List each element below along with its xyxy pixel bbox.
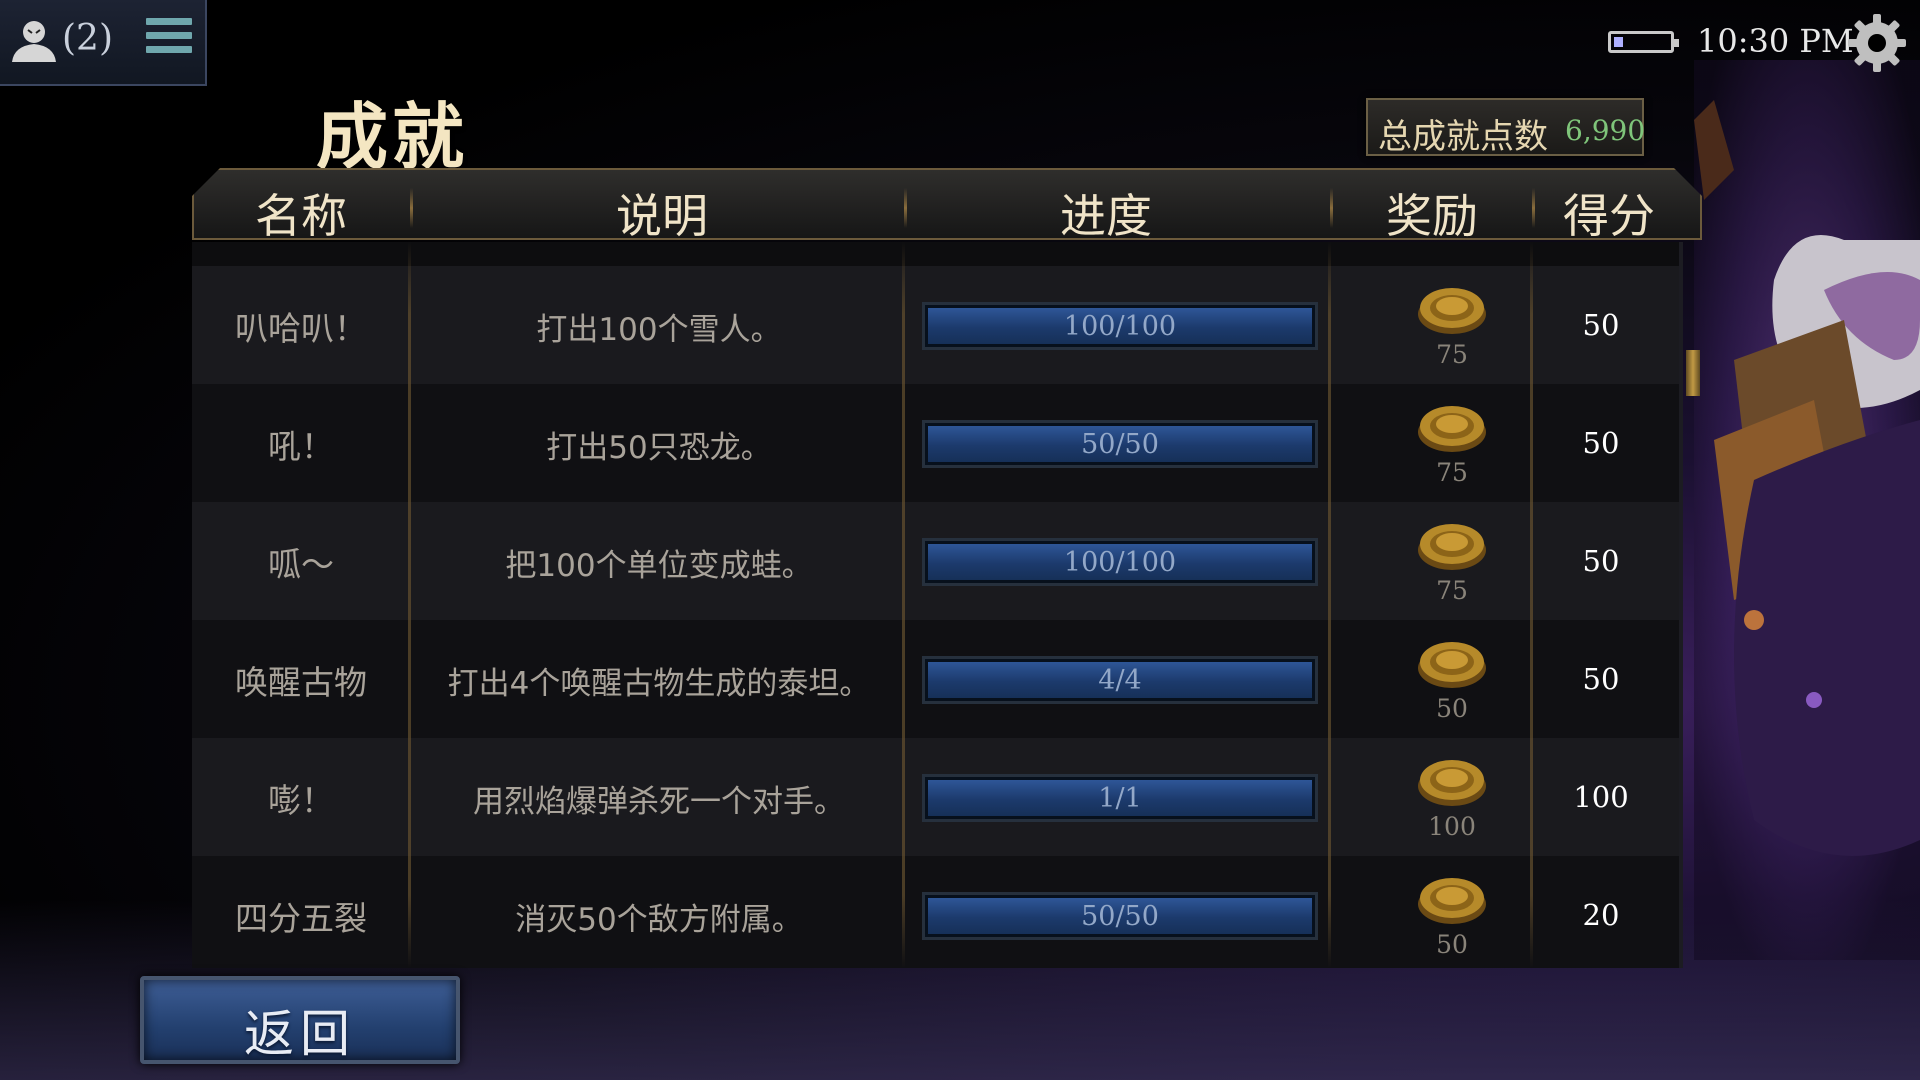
achievement-description: 打出50只恐龙。	[546, 430, 772, 466]
achievement-description: 用烈焰爆弹杀死一个对手。	[473, 784, 845, 820]
back-button-label: 返回	[244, 1005, 356, 1063]
battery-icon	[1608, 31, 1679, 53]
score-value: 50	[1582, 662, 1620, 696]
gold-coin-stack-icon	[1418, 878, 1486, 924]
column-header-name: 名称	[255, 189, 347, 243]
progress-bar: 50/50	[922, 420, 1318, 468]
achievement-name: 叭哈叭！	[235, 309, 367, 348]
hamburger-menu-icon[interactable]	[146, 18, 192, 60]
score-value: 50	[1582, 426, 1620, 460]
table-header: 名称 说明 进度 奖励 得分	[192, 168, 1702, 240]
table-row[interactable]: 吼！ 打出50只恐龙。 50/50 75 50	[192, 384, 1679, 502]
progress-bar: 100/100	[922, 538, 1318, 586]
reward-cell: 50	[1392, 856, 1512, 959]
score-value: 20	[1582, 898, 1620, 932]
progress-text: 4/4	[1098, 665, 1142, 696]
reward-cell: 75	[1392, 384, 1512, 487]
column-divider	[1328, 242, 1331, 968]
gold-coin-stack-icon	[1418, 642, 1486, 688]
table-body[interactable]: 200 叭哈叭！ 打出100个雪人。 100/100 75 50 吼！ 打出50…	[192, 242, 1683, 968]
score-value: 100	[1573, 780, 1629, 814]
reward-value: 50	[1436, 694, 1468, 723]
achievement-name: 呱～	[268, 545, 334, 584]
gold-coin-stack-icon	[1418, 406, 1486, 452]
reward-cell: 50	[1392, 620, 1512, 723]
total-points-box: 总成就点数 6,990	[1366, 98, 1646, 157]
gold-coin-stack-icon	[1418, 288, 1486, 334]
column-divider	[1530, 242, 1533, 968]
achievement-description: 消灭50个敌方附属。	[515, 902, 803, 938]
progress-bar: 1/1	[922, 774, 1318, 822]
reward-value: 100	[1428, 812, 1476, 841]
progress-bar: 4/4	[922, 656, 1318, 704]
progress-bar: 50/50	[922, 892, 1318, 940]
progress-text: 50/50	[1081, 429, 1159, 460]
table-row[interactable]: 嘭！ 用烈焰爆弹杀死一个对手。 1/1 100 100	[192, 738, 1679, 856]
column-header-reward: 奖励	[1386, 189, 1478, 243]
progress-text: 1/1	[1098, 783, 1142, 814]
achievement-name: 唤醒古物	[235, 663, 367, 702]
total-points-value: 6,990	[1565, 114, 1646, 147]
achievement-description: 把100个单位变成蛙。	[505, 548, 813, 584]
table-row[interactable]: 四分五裂 消灭50个敌方附属。 50/50 50 20	[192, 856, 1679, 968]
player-count: (2)	[62, 18, 113, 59]
back-button[interactable]: 返回	[140, 976, 460, 1064]
score-value: 50	[1582, 544, 1620, 578]
achievement-name: 四分五裂	[235, 899, 367, 938]
column-divider	[902, 242, 905, 968]
reward-value: 50	[1436, 930, 1468, 959]
table-row[interactable]: 呱～ 把100个单位变成蛙。 100/100 75 50	[192, 502, 1679, 620]
reward-cell: 75	[1392, 266, 1512, 369]
gold-coin-stack-icon	[1418, 760, 1486, 806]
total-points-label: 总成就点数	[1378, 117, 1548, 157]
progress-text: 50/50	[1081, 901, 1159, 932]
reward-cell: 75	[1392, 502, 1512, 605]
hero-character-art	[1694, 60, 1920, 960]
column-divider	[408, 242, 411, 968]
clock: 10:30 PM	[1697, 22, 1854, 60]
reward-cell: 100	[1392, 738, 1512, 841]
gold-coin-stack-icon	[1418, 524, 1486, 570]
achievements-table: 名称 说明 进度 奖励 得分 200 叭哈叭！ 打出100个雪人。 100/10…	[192, 168, 1702, 968]
achievement-description: 打出100个雪人。	[536, 312, 782, 348]
achievement-name: 吼！	[268, 427, 334, 466]
progress-bar: 100/100	[922, 302, 1318, 350]
reward-value: 75	[1436, 576, 1468, 605]
reward-value: 75	[1436, 340, 1468, 369]
achievement-name: 嘭！	[268, 781, 334, 820]
gear-icon[interactable]	[1846, 12, 1908, 74]
table-row[interactable]: 叭哈叭！ 打出100个雪人。 100/100 75 50	[192, 266, 1679, 384]
achievement-description: 打出4个唤醒古物生成的泰坦。	[447, 666, 871, 702]
progress-text: 100/100	[1063, 311, 1177, 342]
column-header-progress: 进度	[1060, 189, 1152, 243]
column-header-desc: 说明	[616, 189, 708, 243]
scrollbar-handle[interactable]	[1686, 350, 1700, 396]
player-silhouette-icon[interactable]	[8, 14, 60, 66]
progress-text: 100/100	[1063, 547, 1177, 578]
table-row[interactable]: 唤醒古物 打出4个唤醒古物生成的泰坦。 4/4 50 50	[192, 620, 1679, 738]
column-header-score: 得分	[1563, 189, 1655, 243]
score-value: 50	[1582, 308, 1620, 342]
reward-value: 75	[1436, 458, 1468, 487]
player-panel: (2)	[0, 0, 207, 86]
